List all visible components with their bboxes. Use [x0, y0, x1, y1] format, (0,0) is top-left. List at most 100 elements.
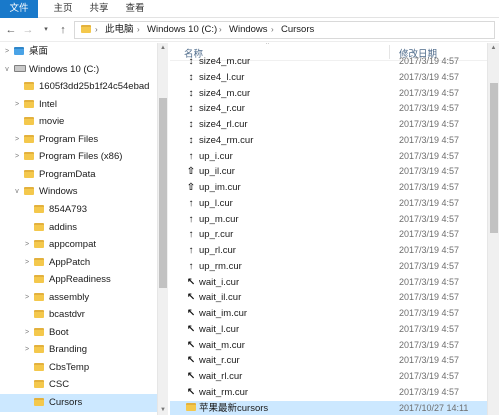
file-row[interactable]: ↖ wait_rl.cur 2017/3/19 4:57 — [170, 369, 487, 385]
file-row[interactable]: ↑ up_rl.cur 2017/3/19 4:57 — [170, 243, 487, 259]
breadcrumb-this-pc[interactable]: 此电脑 — [105, 22, 134, 38]
file-row[interactable]: ↑ up_m.cur 2017/3/19 4:57 — [170, 212, 487, 228]
tree-item[interactable]: > 桌面 — [0, 43, 157, 61]
file-row[interactable]: 苹果最新cursors 2017/10/27 14:11 — [170, 400, 487, 415]
file-row[interactable]: ↑ up_l.cur 2017/3/19 4:57 — [170, 196, 487, 212]
file-row[interactable]: ↖ wait_i.cur 2017/3/19 4:57 — [170, 275, 487, 291]
list-scroll-up-icon[interactable]: ▲ — [488, 43, 499, 53]
file-row[interactable]: ↕ size4_m.cur 2017/3/19 4:57 — [170, 86, 487, 102]
folder-icon — [24, 117, 34, 126]
file-row[interactable]: ↖ wait_rm.cur 2017/3/19 4:57 — [170, 385, 487, 401]
tree-item[interactable]: > Branding — [0, 341, 157, 359]
tree-item[interactable]: > Intel — [0, 96, 157, 114]
file-date-modified: 2017/3/19 4:57 — [399, 71, 460, 82]
folder-icon — [185, 401, 197, 415]
tree-scroll-down-icon[interactable]: ▼ — [158, 405, 168, 415]
folder-icon — [34, 380, 44, 389]
tree-expand-chevron-icon[interactable]: > — [12, 148, 22, 166]
file-name: up_r.cur — [199, 229, 234, 241]
tree-item[interactable]: addins — [0, 219, 157, 237]
tree-item-label: bcastdvr — [49, 309, 85, 321]
tree-expand-chevron-icon[interactable]: > — [12, 96, 22, 114]
tree-item[interactable]: > appcompat — [0, 236, 157, 254]
cursor-file-icon: ↖ — [186, 355, 196, 367]
ribbon-tab-file[interactable]: 文件 — [0, 0, 38, 18]
breadcrumb-drive-c[interactable]: Windows 10 (C:) — [147, 22, 217, 38]
file-row[interactable]: ↖ wait_r.cur 2017/3/19 4:57 — [170, 353, 487, 369]
file-row[interactable]: ↑ up_rm.cur 2017/3/19 4:57 — [170, 259, 487, 275]
file-row[interactable]: ↕ size4_rl.cur 2017/3/19 4:57 — [170, 117, 487, 133]
file-row[interactable]: ↑ up_r.cur 2017/3/19 4:57 — [170, 227, 487, 243]
tree-expand-chevron-icon[interactable]: > — [22, 236, 32, 254]
tree-expand-chevron-icon[interactable]: v — [2, 61, 12, 79]
file-date-modified: 2017/3/19 4:57 — [399, 292, 460, 303]
tree-item-label: AppReadiness — [49, 274, 111, 286]
tree-expand-chevron-icon[interactable]: > — [22, 289, 32, 307]
file-row[interactable]: ↕ size4_rm.cur 2017/3/19 4:57 — [170, 133, 487, 149]
breadcrumb-separator[interactable]: › — [271, 22, 274, 38]
file-list-scrollbar[interactable]: ▲ — [487, 43, 499, 415]
tree-expand-chevron-icon[interactable]: > — [12, 131, 22, 149]
file-date-modified: 2017/3/19 4:57 — [399, 260, 460, 271]
tree-item[interactable]: Cursors — [0, 394, 157, 412]
tree-item[interactable]: v Windows 10 (C:) — [0, 61, 157, 79]
breadcrumb-separator[interactable]: › — [95, 22, 98, 38]
file-row[interactable]: ↕ size4_l.cur 2017/3/19 4:57 — [170, 70, 487, 86]
file-date-modified: 2017/3/19 4:57 — [399, 150, 460, 161]
back-arrow-icon[interactable]: ← — [4, 21, 18, 39]
tree-item-label: 854A793 — [49, 203, 88, 215]
recent-locations-chevron-icon[interactable]: ▾ — [39, 21, 53, 39]
file-row[interactable]: ⇧ up_im.cur 2017/3/19 4:57 — [170, 180, 487, 196]
folder-icon — [34, 257, 44, 266]
file-row[interactable]: ↕ size4_m.cur 2017/3/19 4:57 — [170, 54, 487, 70]
tree-expand-chevron-icon[interactable]: > — [22, 254, 32, 272]
file-date-modified: 2017/3/19 4:57 — [399, 213, 460, 224]
tree-item[interactable]: AppReadiness — [0, 271, 157, 289]
tree-item[interactable]: 854A793 — [0, 201, 157, 219]
tree-expand-chevron-icon[interactable]: v — [12, 183, 22, 201]
tree-expand-chevron-icon[interactable]: > — [2, 43, 12, 61]
breadcrumb-windows[interactable]: Windows — [229, 22, 268, 38]
tree-item[interactable]: > Program Files (x86) — [0, 148, 157, 166]
tree-scrollbar-thumb[interactable] — [159, 98, 167, 288]
up-arrow-icon[interactable]: ↑ — [56, 21, 70, 39]
breadcrumb-separator[interactable]: › — [219, 22, 222, 38]
breadcrumb-cursors[interactable]: Cursors — [281, 22, 314, 38]
cursor-file-icon: ↕ — [188, 103, 194, 115]
address-bar[interactable]: › 此电脑 › Windows 10 (C:) › Windows › Curs… — [74, 21, 495, 39]
tree-item[interactable]: ProgramData — [0, 166, 157, 184]
file-row[interactable]: ↖ wait_im.cur 2017/3/19 4:57 — [170, 306, 487, 322]
tree-item[interactable]: > Boot — [0, 324, 157, 342]
tree-item[interactable]: 1605f3dd25b1f24c54ebad — [0, 78, 157, 96]
tree-item[interactable]: > assembly — [0, 289, 157, 307]
tree-expand-chevron-icon[interactable]: > — [22, 341, 32, 359]
file-row[interactable]: ↕ size4_r.cur 2017/3/19 4:57 — [170, 101, 487, 117]
tree-item[interactable]: movie — [0, 113, 157, 131]
file-row[interactable]: ↖ wait_l.cur 2017/3/19 4:57 — [170, 322, 487, 338]
ribbon-tab-view[interactable]: 查看 — [120, 0, 150, 18]
ribbon-tab-home[interactable]: 主页 — [48, 0, 78, 18]
file-row[interactable]: ↑ up_i.cur 2017/3/19 4:57 — [170, 149, 487, 165]
file-date-modified: 2017/3/19 4:57 — [399, 197, 460, 208]
tree-scroll-up-icon[interactable]: ▲ — [158, 43, 168, 53]
ribbon-tab-share[interactable]: 共享 — [84, 0, 114, 18]
tree-item[interactable]: CbsTemp — [0, 359, 157, 377]
tree-item[interactable]: > AppPatch — [0, 254, 157, 272]
file-list-scrollbar-thumb[interactable] — [490, 83, 498, 233]
tree-expand-chevron-icon[interactable]: > — [22, 324, 32, 342]
file-name: wait_im.cur — [199, 308, 248, 319]
tree-item[interactable]: > Program Files — [0, 131, 157, 149]
tree-item[interactable]: bcastdvr — [0, 306, 157, 324]
file-name: up_rm.cur — [199, 260, 242, 272]
file-row[interactable]: ↖ wait_m.cur 2017/3/19 4:57 — [170, 338, 487, 354]
forward-arrow-icon[interactable]: → — [21, 21, 35, 39]
file-date-modified: 2017/3/19 4:57 — [399, 245, 460, 255]
tree-item[interactable]: CSC — [0, 376, 157, 394]
file-row[interactable]: ↖ wait_il.cur 2017/3/19 4:57 — [170, 290, 487, 306]
tree-scrollbar[interactable]: ▲ ▼ — [157, 43, 168, 415]
cursor-file-icon: ↑ — [188, 245, 194, 256]
breadcrumb-separator[interactable]: › — [137, 22, 140, 38]
file-name: wait_m.cur — [199, 339, 245, 351]
file-row[interactable]: ⇧ up_il.cur 2017/3/19 4:57 — [170, 164, 487, 180]
tree-item[interactable]: v Windows — [0, 183, 157, 201]
